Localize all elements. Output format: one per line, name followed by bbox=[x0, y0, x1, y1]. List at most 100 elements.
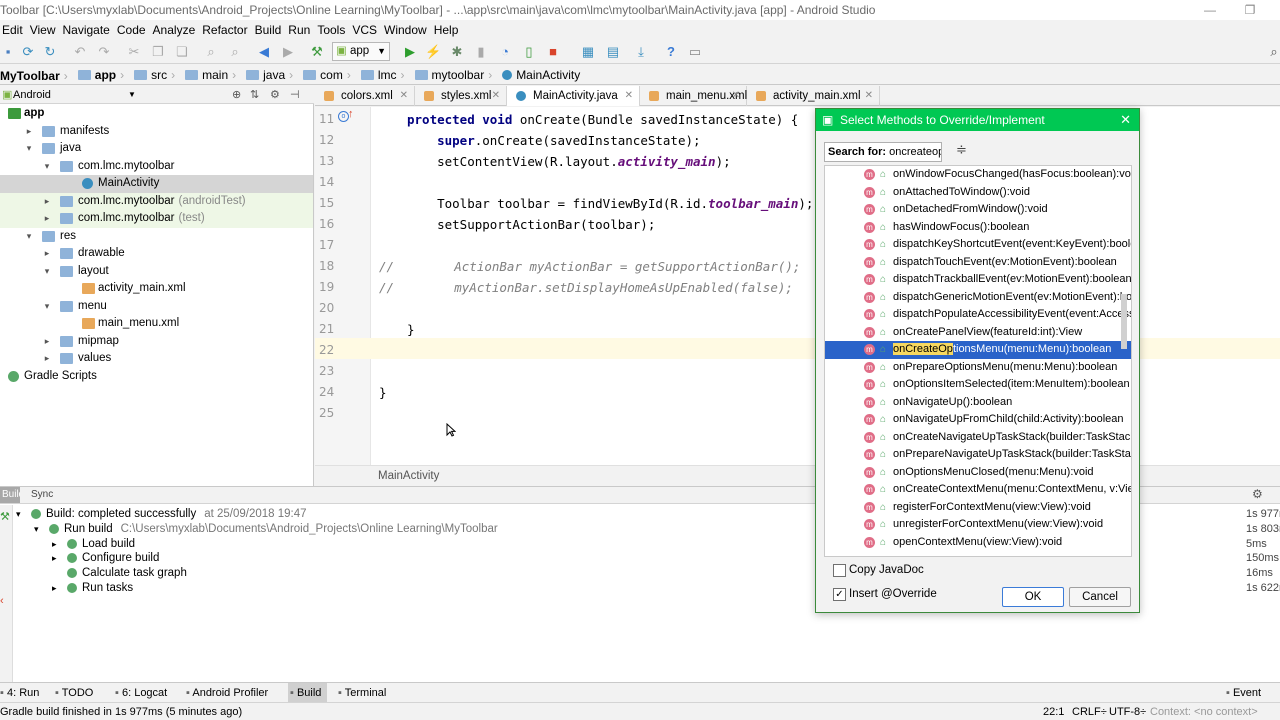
breadcrumb-item[interactable]: main › bbox=[181, 64, 236, 85]
gear-icon[interactable]: ⚙ bbox=[1252, 487, 1263, 501]
breadcrumb-item[interactable]: lmc › bbox=[357, 64, 405, 85]
search-field[interactable]: Search for: oncreateop bbox=[824, 142, 942, 162]
chevron-right-icon[interactable]: ▸ bbox=[52, 581, 57, 596]
method-item[interactable]: m ⌂ onNavigateUp():boolean bbox=[825, 394, 1131, 412]
close-icon[interactable]: ✕ bbox=[492, 86, 500, 106]
find-icon[interactable]: ⌕ bbox=[203, 44, 219, 60]
sdk-manager-icon[interactable]: ⤓ bbox=[633, 44, 649, 60]
tool-tab-eventlog[interactable]: ▪ Event Log bbox=[1226, 683, 1280, 719]
method-item[interactable]: m ⌂ hasWindowFocus():boolean bbox=[825, 219, 1131, 237]
tab-mainactivity-java[interactable]: MainActivity.java ✕ bbox=[507, 86, 640, 106]
tool-tab-androidprofiler[interactable]: ▪ Android Profiler bbox=[186, 683, 268, 703]
gear-icon[interactable]: ⚙ bbox=[270, 86, 280, 104]
menu-item-run[interactable]: Run bbox=[286, 20, 315, 40]
paste-icon[interactable]: ❏ bbox=[174, 44, 190, 60]
tree-item[interactable]: ▸ com.lmc.mytoolbar (test) bbox=[0, 210, 313, 228]
menu-item-navigate[interactable]: Navigate bbox=[60, 20, 114, 40]
menu-item-analyze[interactable]: Analyze bbox=[151, 20, 201, 40]
tab-build[interactable]: Build bbox=[0, 487, 20, 503]
method-item[interactable]: m ⌂ onCreatePanelView(featureId:int):View bbox=[825, 324, 1131, 342]
method-item[interactable]: m ⌂ unregisterForContextMenu(view:View):vo… bbox=[825, 516, 1131, 534]
menu-item-help[interactable]: Help bbox=[432, 20, 464, 40]
menu-item-code[interactable]: Code bbox=[115, 20, 151, 40]
chevron-right-icon[interactable]: ▸ bbox=[24, 123, 34, 141]
save-icon[interactable]: ▪ bbox=[0, 44, 16, 60]
chevron-right-icon[interactable]: ▸ bbox=[52, 537, 57, 552]
help-icon[interactable]: ? bbox=[663, 44, 679, 60]
method-item[interactable]: m ⌂ onOptionsMenuClosed(menu:Menu):void bbox=[825, 464, 1131, 482]
collapse-icon[interactable]: ⇅ bbox=[250, 86, 259, 104]
method-item[interactable]: m ⌂ onCreateNavigateUpTaskStack(builder:Ta… bbox=[825, 429, 1131, 447]
method-item[interactable]: m ⌂ registerForContextMenu(view:View):void bbox=[825, 499, 1131, 517]
breadcrumb-item[interactable]: MyToolbar › bbox=[0, 65, 68, 86]
tool-tab-todo[interactable]: ▪ TODO bbox=[55, 683, 93, 703]
device-icon[interactable]: ▭ bbox=[687, 44, 703, 60]
close-icon[interactable]: ✕ bbox=[400, 86, 408, 106]
chevron-down-icon[interactable]: ▾ bbox=[42, 298, 52, 316]
avd-manager-icon[interactable]: ▦ bbox=[580, 44, 596, 60]
breadcrumb-item[interactable]: MainActivity bbox=[498, 64, 580, 85]
chevron-down-icon[interactable]: ▾ bbox=[16, 507, 21, 522]
undo-icon[interactable]: ↶ bbox=[72, 44, 88, 60]
menu-item-build[interactable]: Build bbox=[253, 20, 287, 40]
method-item[interactable]: m ⌂ onNavigateUpFromChild(child:Activity):… bbox=[825, 411, 1131, 429]
redo-icon[interactable]: ↷ bbox=[96, 44, 112, 60]
sort-icon[interactable]: ≑ bbox=[956, 142, 967, 158]
search-icon[interactable]: ⌕ bbox=[1266, 44, 1280, 60]
breadcrumb-item[interactable]: app › bbox=[74, 64, 124, 85]
tab-activity-main-xml[interactable]: activity_main.xml ✕ bbox=[747, 86, 880, 106]
tree-item[interactable]: ▾ layout bbox=[0, 263, 313, 281]
close-icon[interactable]: ✕ bbox=[732, 86, 740, 106]
file-encoding[interactable]: UTF-8÷ bbox=[1109, 703, 1146, 720]
tool-tab-run[interactable]: ▪ 4: Run bbox=[0, 683, 39, 703]
cut-icon[interactable]: ✂ bbox=[126, 44, 142, 60]
chevron-right-icon[interactable]: ▸ bbox=[42, 333, 52, 351]
tree-item[interactable]: ▾ com.lmc.mytoolbar bbox=[0, 158, 313, 176]
chevron-down-icon[interactable]: ▾ bbox=[34, 522, 39, 537]
method-item[interactable]: m ⌂ dispatchGenericMotionEvent(ev:MotionEv… bbox=[825, 289, 1131, 307]
run-config-select[interactable]: ▣ app ▼ bbox=[332, 42, 390, 61]
project-view-select[interactable]: Android bbox=[13, 86, 51, 104]
tab-styles-xml[interactable]: styles.xml ✕ bbox=[415, 86, 507, 106]
tree-item[interactable]: ▸ manifests bbox=[0, 123, 313, 141]
method-item[interactable]: m ⌂ onDetachedFromWindow():void bbox=[825, 201, 1131, 219]
hide-icon[interactable]: ⊣ bbox=[290, 86, 300, 104]
chevron-right-icon[interactable]: ▸ bbox=[42, 245, 52, 263]
method-item[interactable]: m ⌂ onCreateContextMenu(menu:ContextMenu, … bbox=[825, 481, 1131, 499]
chevron-down-icon[interactable]: ▾ bbox=[24, 140, 34, 158]
chevron-right-icon[interactable]: ▸ bbox=[52, 551, 57, 566]
run-icon[interactable]: ▶ bbox=[402, 44, 418, 60]
profile-icon[interactable]: ▮ bbox=[473, 44, 489, 60]
method-item[interactable]: m ⌂ dispatchPopulateAccessibilityEvent(eve… bbox=[825, 306, 1131, 324]
stop-icon[interactable]: ■ bbox=[545, 44, 561, 60]
tab-main-menu-xml[interactable]: main_menu.xml ✕ bbox=[640, 86, 747, 106]
tool-tab-terminal[interactable]: ▪ Terminal bbox=[338, 683, 386, 703]
tab-sync[interactable]: Sync bbox=[31, 487, 53, 503]
close-icon[interactable]: ✕ bbox=[625, 86, 633, 106]
tree-item[interactable]: activity_main.xml bbox=[0, 280, 313, 298]
caret-position[interactable]: 22:1 bbox=[1043, 703, 1064, 720]
method-item[interactable]: m ⌂ onWindowFocusChanged(hasFocus:boolean)… bbox=[825, 166, 1131, 184]
menu-item-view[interactable]: View bbox=[28, 20, 61, 40]
method-list[interactable]: m ⌂ onWindowFocusChanged(hasFocus:boolean)… bbox=[824, 165, 1132, 557]
method-item[interactable]: m ⌂ onPrepareOptionsMenu(menu:Menu):boolea… bbox=[825, 359, 1131, 377]
forward-icon[interactable]: ▶ bbox=[280, 44, 296, 60]
method-item[interactable]: m ⌂ onCreateOptionsMenu(menu:Menu):boolean bbox=[825, 341, 1131, 359]
make-icon[interactable]: ⚒ bbox=[309, 44, 325, 60]
tree-item[interactable]: ▾ java bbox=[0, 140, 313, 158]
attach-debugger-icon[interactable]: ◔ bbox=[497, 44, 513, 60]
locate-icon[interactable]: ⊕ bbox=[232, 86, 241, 104]
tree-item[interactable]: MainActivity bbox=[0, 175, 313, 193]
tool-tab-build[interactable]: ▪ Build bbox=[288, 683, 328, 703]
tree-item[interactable]: main_menu.xml bbox=[0, 315, 313, 333]
tree-item[interactable]: ▸Gradle Scripts bbox=[0, 368, 313, 386]
copy-icon[interactable]: ❐ bbox=[150, 44, 166, 60]
stop-build-icon[interactable]: ‹ bbox=[0, 595, 4, 607]
menu-item-vcs[interactable]: VCS bbox=[350, 20, 382, 40]
tree-item[interactable]: ▸ values bbox=[0, 350, 313, 368]
ok-button[interactable]: OK bbox=[1002, 587, 1064, 607]
method-item[interactable]: m ⌂ onOptionsItemSelected(item:MenuItem):b… bbox=[825, 376, 1131, 394]
breadcrumb-item[interactable]: java › bbox=[242, 64, 293, 85]
restore-button[interactable]: ❐ bbox=[1230, 0, 1270, 20]
breadcrumb-item[interactable]: mytoolbar › bbox=[411, 64, 492, 85]
